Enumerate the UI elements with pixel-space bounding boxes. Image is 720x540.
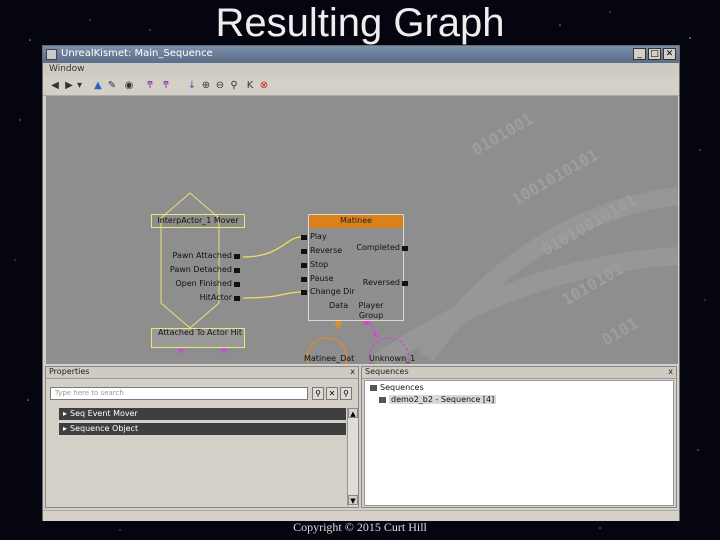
properties-search-input[interactable]: Type here to search [50, 387, 308, 400]
matinee-input-port[interactable] [301, 290, 307, 295]
search-icon-b[interactable]: ͳ [160, 80, 172, 92]
search-icon[interactable]: ⚲ [228, 80, 240, 92]
properties-scrollbar[interactable]: ▲ ▼ [347, 408, 358, 506]
zoom-out-icon[interactable]: ⊖ [214, 80, 226, 92]
matinee-input-label: Change Dir [310, 287, 355, 296]
category-label: Sequence Object [70, 424, 139, 433]
matinee-input-port[interactable] [301, 249, 307, 254]
matinee-var-label: Data [329, 301, 349, 310]
sequences-panel: Sequences x Sequences demo2_b2 - Sequenc… [361, 366, 677, 508]
rename-icon[interactable]: ✎ [106, 80, 118, 92]
sequence-icon [379, 396, 386, 403]
tree-item[interactable]: demo2_b2 - Sequence [4] [379, 395, 497, 404]
category-row[interactable]: ▸ Sequence Object [59, 423, 346, 435]
event-output-label: Pawn Detached [169, 265, 232, 274]
matinee-input-label: Pause [310, 274, 334, 283]
matinee-input-label: Play [310, 232, 327, 241]
kismet-icon[interactable]: K [244, 80, 256, 92]
scroll-down-icon[interactable]: ▼ [348, 495, 358, 505]
event-output-port[interactable] [234, 296, 240, 301]
sequences-header: Sequences x [362, 367, 676, 379]
event-node-vars: Attached To Actor Hit [151, 328, 245, 348]
variable-label[interactable]: Matinee_Dat [304, 354, 354, 363]
matinee-output-label: Reversed [362, 278, 400, 287]
zoom-icon[interactable]: ⊕ [200, 80, 212, 92]
pointer-icon[interactable]: ↓ [186, 80, 198, 92]
parent-sequence-icon[interactable]: ▲ [92, 80, 104, 92]
matinee-input-label: Stop [310, 260, 329, 269]
variable-label[interactable]: Unknown_1 [369, 354, 415, 363]
slide-title: Resulting Graph [215, 1, 505, 45]
properties-close-button[interactable]: x [350, 367, 355, 376]
sequence-tree: Sequences demo2_b2 - Sequence [4] [364, 380, 674, 506]
event-output-label: Pawn Attached [172, 251, 233, 260]
matinee-output-label: Completed [356, 243, 400, 252]
search-icon-a[interactable]: ͳ [144, 80, 156, 92]
properties-panel: Properties x Type here to search ⚲ ✕ ⚲ ▸… [45, 366, 359, 508]
window-titlebar[interactable]: UnrealKismet: Main_Sequence _ □ ✕ [43, 46, 679, 63]
tree-root[interactable]: Sequences [370, 383, 424, 392]
event-node-title: InterpActor_1 Mover [157, 216, 239, 225]
graph-canvas[interactable]: 0101001 1001010101 01010010101 1010101 0… [46, 96, 678, 364]
tree-item-label: demo2_b2 - Sequence [4] [389, 395, 497, 404]
matinee-node-title: Matinee [309, 215, 403, 228]
event-var-label: Attached To [158, 328, 205, 337]
event-output-port[interactable] [234, 282, 240, 287]
matinee-var-label: Player Group [358, 301, 384, 320]
category-row[interactable]: ▸ Seq Event Mover [59, 408, 346, 420]
dropdown-icon[interactable]: ▾ [76, 80, 83, 92]
tree-root-label: Sequences [380, 383, 424, 392]
sequences-close-button[interactable]: x [668, 367, 673, 376]
properties-title: Properties [49, 367, 90, 376]
kismet-window: UnrealKismet: Main_Sequence _ □ ✕ Window… [42, 45, 680, 521]
clear-search-icon[interactable]: ✕ [326, 387, 338, 400]
category-label: Seq Event Mover [70, 409, 138, 418]
maximize-button[interactable]: □ [648, 48, 661, 60]
app-icon [46, 49, 57, 60]
view-icon[interactable]: ◉ [123, 80, 135, 92]
event-var-label: Actor Hit [207, 328, 242, 337]
event-output-label: HitActor [199, 293, 232, 302]
window-title: UnrealKismet: Main_Sequence [61, 48, 213, 59]
event-output-port[interactable] [234, 268, 240, 273]
back-icon[interactable]: ◀ [49, 80, 61, 92]
properties-header: Properties x [46, 367, 358, 379]
event-output-label: Open Finished [175, 279, 232, 288]
matinee-input-label: Reverse [310, 246, 343, 255]
expand-arrow-icon[interactable]: ▸ [63, 423, 67, 435]
search-icon[interactable]: ⚲ [312, 387, 324, 400]
matinee-output-port[interactable] [402, 281, 408, 286]
filter-icon[interactable]: ⚲ [340, 387, 352, 400]
sequence-icon [370, 384, 377, 391]
minimize-button[interactable]: _ [633, 48, 646, 60]
toolbar: ◀ ▶ ▾ ▲ ✎ ◉ ͳ ͳ ↓ ⊕ ⊖ ⚲ K ⊗ [43, 77, 679, 96]
event-node-header[interactable]: InterpActor_1 Mover [151, 214, 245, 228]
sequences-title: Sequences [365, 367, 409, 376]
slide-footer: Copyright © 2015 Curt Hill [293, 520, 427, 534]
matinee-output-port[interactable] [402, 246, 408, 251]
event-output-port[interactable] [234, 254, 240, 259]
matinee-input-port[interactable] [301, 277, 307, 282]
expand-arrow-icon[interactable]: ▸ [63, 408, 67, 420]
close-button[interactable]: ✕ [663, 48, 676, 60]
menu-bar: Window [43, 63, 679, 76]
forward-icon[interactable]: ▶ [63, 80, 75, 92]
matinee-input-port[interactable] [301, 235, 307, 240]
menu-window[interactable]: Window [49, 64, 85, 74]
scroll-up-icon[interactable]: ▲ [348, 408, 358, 418]
stop-icon[interactable]: ⊗ [258, 80, 270, 92]
matinee-input-port[interactable] [301, 263, 307, 268]
